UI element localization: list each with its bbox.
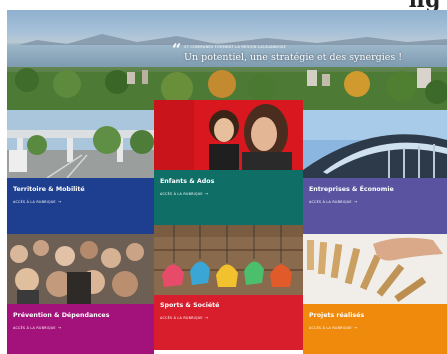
tile-entreprises-economie[interactable]: Entreprises & Économie Accès à la rubriq… xyxy=(303,110,447,234)
tile-title: Prévention & Dépendances xyxy=(13,312,110,319)
page-header: ng xyxy=(0,0,447,10)
tile-title: Sports & Société xyxy=(160,302,220,309)
shoes-photo xyxy=(154,225,303,295)
arrow-right-icon: → xyxy=(204,315,209,320)
family-photo xyxy=(154,100,303,170)
hero-subtitle: 27 communes forment la Région lausannois… xyxy=(184,45,287,49)
tile-title: Projets réalisés xyxy=(309,312,365,319)
hero-headline: Un potentiel, une stratégie et des syner… xyxy=(184,52,403,63)
hero-banner: “ 27 communes forment la Région lausanno… xyxy=(7,10,447,110)
tile-link[interactable]: Accès à la rubrique → xyxy=(160,315,208,320)
dominoes-photo xyxy=(303,234,447,304)
tile-link[interactable]: Accès à la rubrique → xyxy=(13,199,61,204)
tile-title: Territoire & Mobilité xyxy=(13,186,85,193)
tile-title: Enfants & Ados xyxy=(160,178,215,185)
tile-sports-societe[interactable]: Sports & Société Accès à la rubrique → xyxy=(154,225,303,350)
arrow-right-icon: → xyxy=(204,191,209,196)
tram-photo xyxy=(7,110,154,178)
crowd-photo xyxy=(7,234,154,304)
arrow-right-icon: → xyxy=(353,199,358,204)
tile-projets-realises[interactable]: Projets réalisés Accès à la rubrique → xyxy=(303,234,447,354)
tile-link[interactable]: Accès à la rubrique → xyxy=(160,191,208,196)
quote-icon: “ xyxy=(172,40,182,59)
page-title: ng xyxy=(409,0,441,10)
tile-title: Entreprises & Économie xyxy=(309,186,394,193)
tile-territoire-mobilite[interactable]: Territoire & Mobilité Accès à la rubriqu… xyxy=(7,110,154,234)
tile-link[interactable]: Accès à la rubrique → xyxy=(309,325,357,330)
tile-enfants-ados[interactable]: Enfants & Ados Accès à la rubrique → xyxy=(154,100,303,225)
arrow-right-icon: → xyxy=(353,325,358,330)
arrow-right-icon: → xyxy=(57,199,62,204)
tile-prevention-dependances[interactable]: Prévention & Dépendances Accès à la rubr… xyxy=(7,234,154,354)
building-photo xyxy=(303,110,447,178)
tile-link[interactable]: Accès à la rubrique → xyxy=(13,325,61,330)
tile-link[interactable]: Accès à la rubrique → xyxy=(309,199,357,204)
arrow-right-icon: → xyxy=(57,325,62,330)
